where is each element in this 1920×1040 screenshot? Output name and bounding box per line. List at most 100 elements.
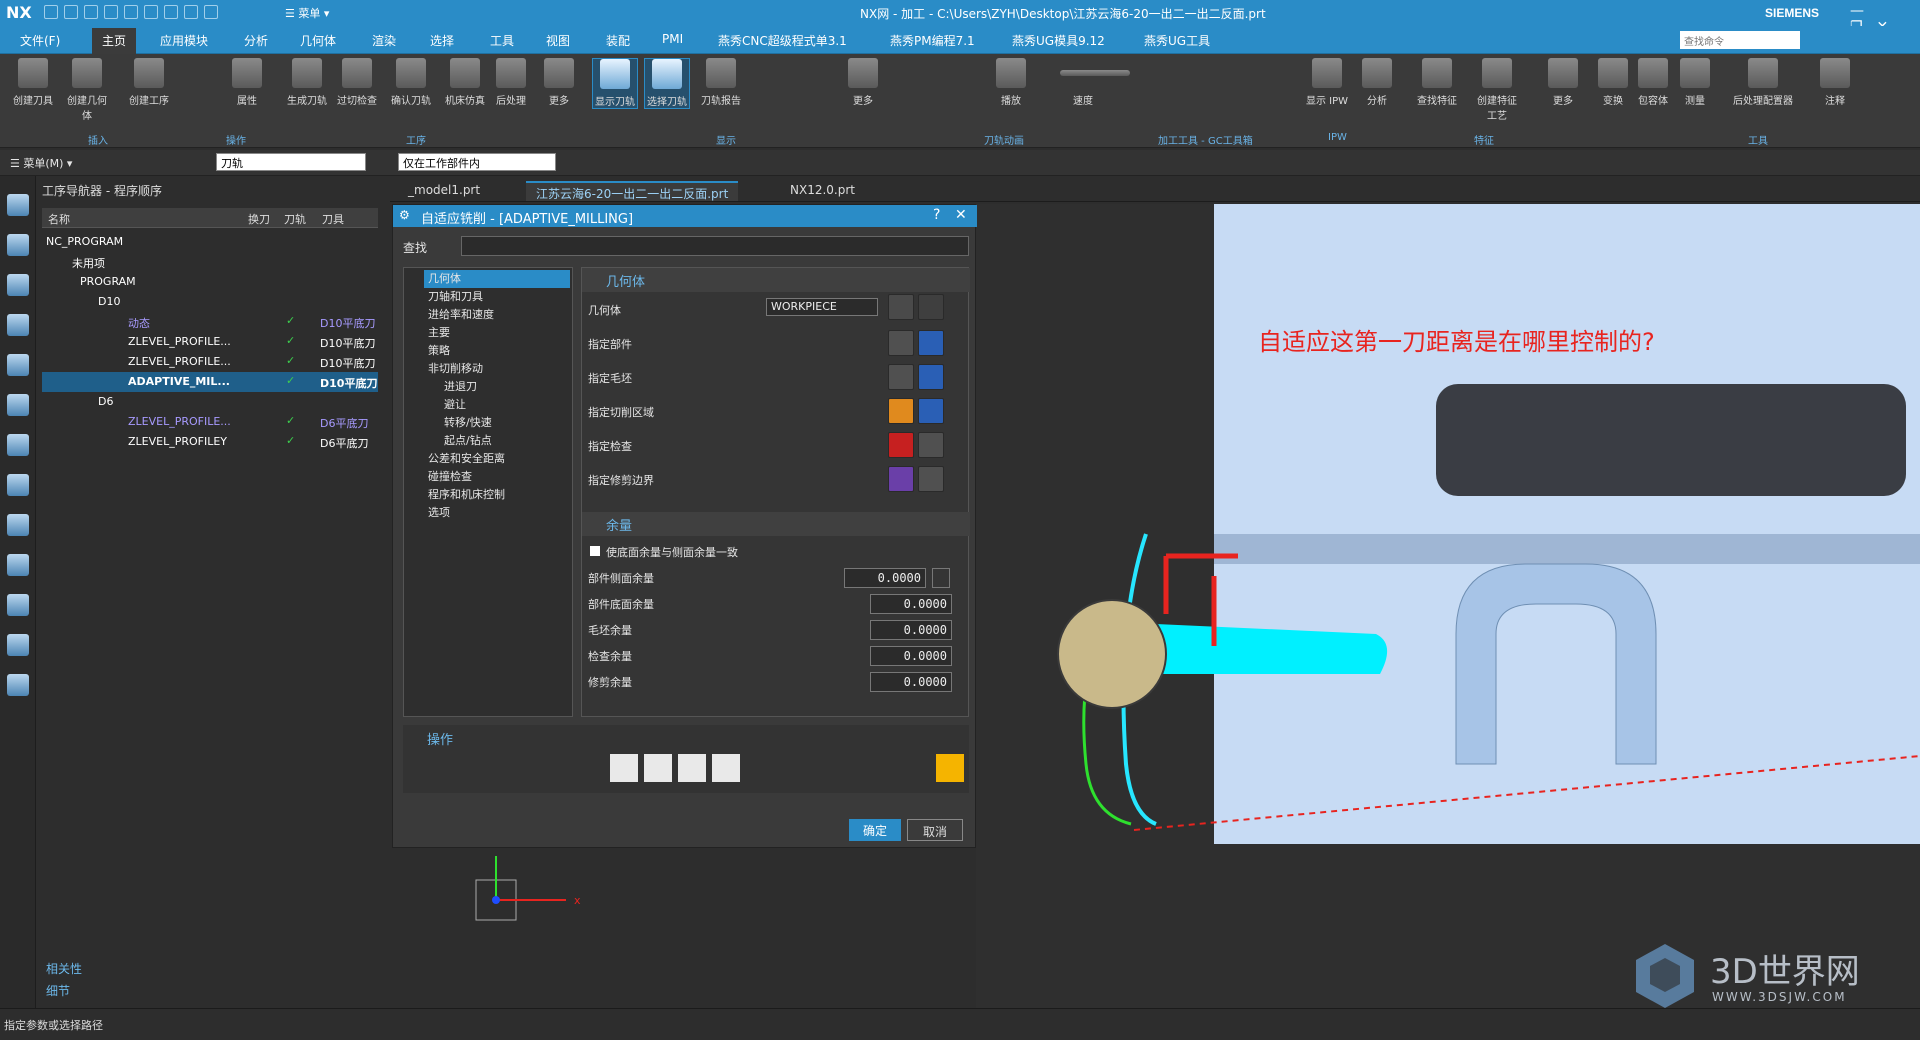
menu-tools[interactable]: 工具 [490, 32, 514, 49]
generate-icon[interactable] [609, 753, 639, 783]
menu-view[interactable]: 视图 [546, 32, 570, 49]
verify-toolpath-button[interactable]: 确认刀轨 [388, 58, 434, 107]
stock-value[interactable]: 0.0000 [870, 646, 952, 666]
table-row-selected[interactable]: ADAPTIVE_MIL... ✓ D10平底刀 [42, 372, 378, 392]
tab-model1[interactable]: _model1.prt [398, 181, 490, 201]
menu-dropdown[interactable]: ☰ 菜单 ▾ [285, 5, 329, 21]
open-file-icon[interactable] [64, 5, 78, 19]
table-row[interactable]: 动态 ✓ D10平底刀 [42, 312, 378, 332]
constraint-navigator-icon[interactable] [6, 314, 29, 336]
blank-flashlight-icon[interactable] [918, 364, 944, 390]
stock-value[interactable]: 0.0000 [870, 594, 952, 614]
menu-plugin-cnc[interactable]: 燕秀CNC超级程式单3.1 [718, 32, 847, 49]
new-geometry-icon[interactable] [888, 294, 914, 320]
machine-simulation-button[interactable]: 机床仿真 [442, 58, 488, 107]
select-toolpath-button[interactable]: 选择刀轨 [644, 58, 690, 109]
menu-analysis[interactable]: 分析 [244, 32, 268, 49]
section-geometry[interactable]: 几何体 [582, 268, 970, 292]
menu-assembly[interactable]: 装配 [606, 32, 630, 49]
menu-m-dropdown[interactable]: ☰ 菜单(M) ▾ [10, 155, 72, 171]
ops-label[interactable]: 操作 [427, 729, 453, 748]
help-icon[interactable]: ? [933, 207, 940, 223]
create-tool-button[interactable]: 创建刀具 [10, 58, 56, 107]
annotation-button[interactable]: 注释 [1812, 58, 1858, 107]
edit-wrench-icon[interactable] [918, 294, 944, 320]
speed-slider[interactable]: 速度 [1060, 58, 1130, 107]
more-display-button[interactable]: 更多 [840, 58, 886, 107]
tree-item-avoidance[interactable]: 避让 [444, 396, 466, 414]
operation-navigator-icon[interactable] [6, 354, 29, 376]
generate-toolpath-button[interactable]: 生成刀轨 [284, 58, 330, 107]
col-name[interactable]: 名称 [48, 211, 70, 227]
history-icon[interactable] [6, 594, 29, 616]
part-icon[interactable] [888, 330, 914, 356]
menu-plugin-mold[interactable]: 燕秀UG模具9.12 [1012, 32, 1105, 49]
redo-icon[interactable] [144, 5, 158, 19]
replay-icon[interactable] [643, 753, 673, 783]
save-icon[interactable] [84, 5, 98, 19]
feature-guide-icon[interactable] [935, 753, 965, 783]
new-file-icon[interactable] [44, 5, 58, 19]
gouge-check-button[interactable]: 过切检查 [334, 58, 380, 107]
verify-icon[interactable] [677, 753, 707, 783]
list-icon[interactable] [711, 753, 741, 783]
hd3d-icon[interactable] [6, 514, 29, 536]
undo-icon[interactable] [124, 5, 138, 19]
stock-checkbox[interactable] [590, 546, 600, 556]
dependencies-panel[interactable]: 相关性 [46, 960, 82, 977]
type-filter-select[interactable]: 刀轨 [216, 153, 366, 171]
process-studio-icon[interactable] [6, 674, 29, 696]
stock-value[interactable]: 0.0000 [870, 672, 952, 692]
table-row[interactable]: ZLEVEL_PROFILE... ✓ D10平底刀 [42, 352, 378, 372]
settings-icon[interactable] [6, 194, 29, 216]
analysis-button[interactable]: 分析 [1354, 58, 1400, 107]
play-button[interactable]: 播放 [988, 58, 1034, 107]
tree-item-noncutting[interactable]: 非切削移动 [428, 360, 483, 378]
table-row[interactable]: ZLEVEL_PROFILEY ✓ D6平底刀 [42, 432, 378, 452]
measure-button[interactable]: 测量 [1672, 58, 1718, 107]
trim-flashlight-icon[interactable] [918, 466, 944, 492]
lock-icon[interactable] [932, 568, 950, 588]
table-row[interactable]: D10 [42, 292, 378, 312]
col-toolpath[interactable]: 刀轨 [284, 211, 306, 227]
postprocess-button[interactable]: 后处理 [488, 58, 534, 107]
tree-item-main[interactable]: 主要 [428, 324, 450, 342]
window-icon[interactable] [184, 5, 198, 19]
close-icon[interactable]: ✕ [955, 207, 967, 223]
search-input[interactable] [461, 236, 969, 256]
cancel-button[interactable]: 取消 [907, 819, 963, 841]
geometry-select[interactable]: WORKPIECE [766, 298, 878, 316]
col-tool[interactable]: 刀具 [322, 211, 344, 227]
menu-application[interactable]: 应用模块 [160, 32, 208, 49]
ok-button[interactable]: 确定 [849, 819, 901, 841]
menu-file[interactable]: 文件(F) [20, 32, 60, 49]
display-ipw-button[interactable]: 显示 IPW [1304, 58, 1350, 107]
cut-area-flashlight-icon[interactable] [918, 398, 944, 424]
more-operation-button[interactable]: 更多 [536, 58, 582, 107]
scope-filter-select[interactable]: 仅在工作部件内 [398, 153, 556, 171]
details-panel[interactable]: 细节 [46, 982, 70, 999]
tree-item-options[interactable]: 选项 [428, 504, 450, 522]
tree-item-geometry[interactable]: 几何体 [424, 270, 570, 288]
command-search-input[interactable]: 查找命令 [1680, 31, 1800, 49]
system-materials-icon[interactable] [6, 634, 29, 656]
find-feature-button[interactable]: 查找特征 [1414, 58, 1460, 107]
check-geometry-icon[interactable] [888, 432, 914, 458]
menu-render[interactable]: 渲染 [372, 32, 396, 49]
part-navigator-icon[interactable] [6, 234, 29, 256]
col-toolchange[interactable]: 换刀 [248, 211, 270, 227]
graphics-viewport[interactable]: 自适应这第一刀距离是在哪里控制的? [976, 204, 1920, 1008]
bounding-body-button[interactable]: 包容体 [1630, 58, 1676, 107]
tree-item-feeds[interactable]: 进给率和速度 [428, 306, 494, 324]
table-row[interactable]: ZLEVEL_PROFILE... ✓ D10平底刀 [42, 332, 378, 352]
post-configurator-button[interactable]: 后处理配置器 [1730, 58, 1796, 107]
properties-button[interactable]: 属性 [224, 58, 270, 107]
create-geometry-button[interactable]: 创建几何体 [64, 58, 110, 122]
menu-select[interactable]: 选择 [430, 32, 454, 49]
menu-home[interactable]: 主页 [92, 28, 137, 54]
menu-pmi[interactable]: PMI [662, 32, 683, 46]
toolpath-report-button[interactable]: 刀轨报告 [698, 58, 744, 107]
display-toolpath-button[interactable]: 显示刀轨 [592, 58, 638, 109]
create-operation-button[interactable]: 创建工序 [126, 58, 172, 107]
tree-item-transfer[interactable]: 转移/快速 [444, 414, 492, 432]
